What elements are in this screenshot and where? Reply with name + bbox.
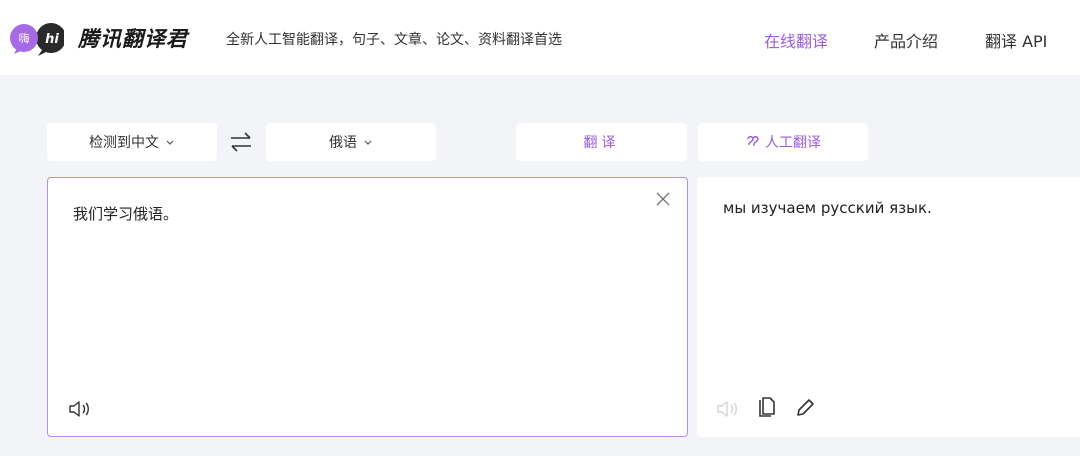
chevron-down-icon (166, 140, 174, 145)
source-text-panel[interactable]: 我们学习俄语。 (47, 177, 688, 437)
logo-icon[interactable]: 嗨 hi (8, 20, 64, 60)
human-translate-label: 人工翻译 (765, 135, 821, 151)
target-language-select[interactable]: 俄语 (266, 123, 436, 161)
tagline: 全新人工智能翻译，句子、文章、论文、资料翻译首选 (226, 32, 562, 48)
translate-button[interactable]: 翻译 (516, 123, 687, 161)
source-language-select[interactable]: 检测到中文 (47, 123, 217, 161)
chevron-down-icon (364, 140, 372, 145)
source-text-input[interactable]: 我们学习俄语。 (73, 203, 178, 224)
target-text-panel: мы изучаем русский язык. (697, 177, 1080, 437)
logo-badge-text: 嗨 (19, 31, 30, 45)
target-language-label: 俄语 (329, 135, 357, 151)
swap-icon[interactable] (228, 130, 254, 154)
source-language-label: 检测到中文 (89, 135, 159, 151)
speaker-icon (717, 401, 737, 417)
nav-translate-api[interactable]: 翻译 API (985, 28, 1047, 52)
logo-text[interactable]: 腾讯翻译君 (78, 23, 188, 53)
human-translate-button[interactable]: 人工翻译 (698, 123, 868, 161)
speaker-icon[interactable] (67, 398, 93, 420)
logo-hi-text: hi (45, 32, 59, 47)
human-translate-icon (747, 136, 759, 147)
translated-text: мы изучаем русский язык. (723, 199, 932, 217)
close-icon[interactable] (655, 191, 671, 207)
edit-icon[interactable] (794, 397, 816, 419)
top-header: 嗨 hi 腾讯翻译君 全新人工智能翻译，句子、文章、论文、资料翻译首选 在线翻译… (0, 0, 1080, 75)
copy-icon[interactable] (757, 396, 777, 420)
nav-product-intro[interactable]: 产品介绍 (874, 28, 938, 52)
nav-online-translate[interactable]: 在线翻译 (764, 28, 828, 52)
